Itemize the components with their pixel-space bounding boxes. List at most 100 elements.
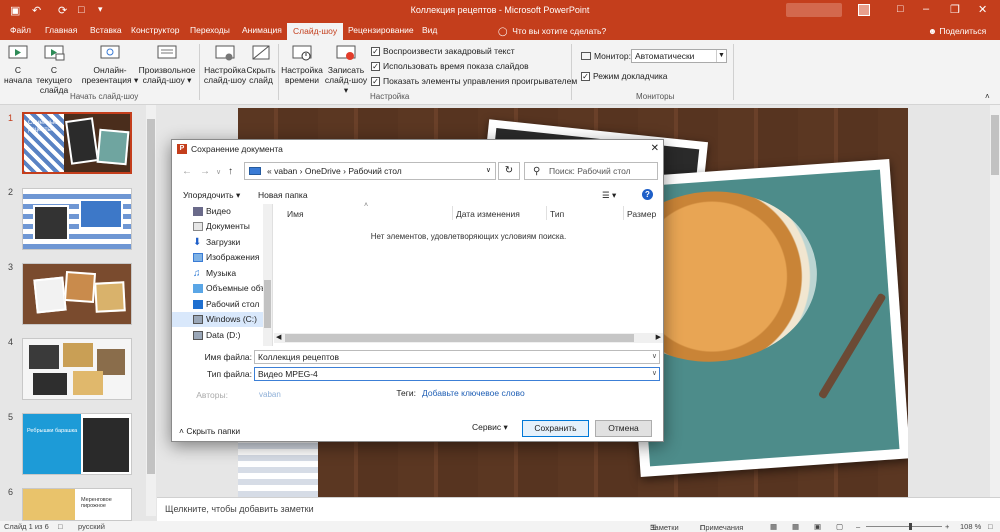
share-button[interactable]: ☻ Поделиться bbox=[928, 26, 986, 36]
slideshow-view-icon[interactable]: ▢ bbox=[836, 522, 843, 531]
close-icon[interactable]: ✕ bbox=[978, 3, 987, 16]
narration-checkbox[interactable]: ✓ Воспроизвести закадровый текст bbox=[371, 46, 515, 56]
column-type[interactable]: Тип bbox=[550, 209, 564, 219]
column-name[interactable]: Имя bbox=[287, 209, 304, 219]
filename-input[interactable]: Коллекция рецептов ∨ bbox=[254, 350, 660, 364]
hide-slide-button[interactable]: Скрыть слайд bbox=[246, 43, 276, 85]
column-divider[interactable] bbox=[623, 206, 624, 220]
chevron-down-icon[interactable]: ∨ bbox=[652, 352, 657, 360]
zoom-slider[interactable] bbox=[866, 526, 942, 527]
tab-review[interactable]: Рецензирование bbox=[348, 25, 414, 35]
tree-item-video[interactable]: Видео bbox=[172, 204, 272, 219]
hide-folders-button[interactable]: ˄ Скрыть папки bbox=[179, 426, 240, 436]
collapse-ribbon-icon[interactable]: ˄ bbox=[985, 92, 990, 101]
column-divider[interactable] bbox=[452, 206, 453, 220]
column-date[interactable]: Дата изменения bbox=[456, 209, 520, 219]
media-controls-checkbox[interactable]: ✓ Показать элементы управления проигрыват… bbox=[371, 76, 577, 86]
slide-thumbnail-5[interactable]: Ребрышки барашка bbox=[22, 413, 132, 475]
back-arrow-icon[interactable]: ← bbox=[182, 166, 192, 177]
notes-pane[interactable]: Щелкните, чтобы добавить заметки bbox=[157, 497, 1000, 521]
scroll-left-icon[interactable]: ◀ bbox=[276, 333, 281, 341]
column-size[interactable]: Размер bbox=[627, 209, 656, 219]
filetype-select[interactable]: Видео MPEG-4 ∨ bbox=[254, 367, 660, 381]
close-icon[interactable]: ✕ bbox=[651, 143, 659, 154]
address-bar[interactable]: « vaban › OneDrive › Рабочий стол ∨ bbox=[244, 162, 496, 180]
cancel-button[interactable]: Отмена bbox=[595, 420, 652, 437]
tree-item-music[interactable]: ♫ Музыка bbox=[172, 266, 272, 281]
rehearse-timings-button[interactable]: Настройка времени bbox=[280, 43, 324, 85]
help-icon[interactable]: ? bbox=[642, 189, 653, 200]
tree-item-drive-c[interactable]: Windows (C:) bbox=[172, 312, 272, 327]
tell-me-box[interactable]: ◯ Что вы хотите сделать? bbox=[498, 26, 606, 37]
custom-slideshow-button[interactable]: Произвольное слайд-шоу ▾ bbox=[138, 43, 196, 85]
breadcrumb-onedrive[interactable]: OneDrive bbox=[305, 166, 341, 176]
chevron-down-icon[interactable]: ∨ bbox=[486, 166, 491, 174]
tree-item-pictures[interactable]: Изображения bbox=[172, 250, 272, 265]
ribbon-options-icon[interactable]: □ bbox=[897, 3, 904, 15]
monitor-select[interactable]: Автоматически ▼ bbox=[631, 49, 727, 63]
save-button[interactable]: Сохранить bbox=[522, 420, 589, 437]
language-label[interactable]: русский bbox=[78, 522, 105, 531]
tab-view[interactable]: Вид bbox=[422, 25, 437, 35]
tree-item-3d-objects[interactable]: Объемные объ bbox=[172, 281, 272, 296]
forward-arrow-icon[interactable]: → bbox=[200, 166, 210, 177]
tab-file[interactable]: Файл bbox=[10, 25, 31, 35]
setup-slideshow-button[interactable]: Настройка слайд-шоу bbox=[203, 43, 247, 85]
file-list-scrollbar[interactable]: ◀ ▶ bbox=[274, 333, 663, 343]
recent-chevron-icon[interactable]: ∨ bbox=[216, 168, 221, 176]
up-arrow-icon[interactable]: ↑ bbox=[228, 166, 233, 177]
normal-view-icon[interactable]: ▦ bbox=[770, 522, 777, 531]
online-presentation-button[interactable]: Онлайн-презентация ▾ bbox=[80, 43, 140, 85]
zoom-out-icon[interactable]: – bbox=[856, 522, 860, 531]
tab-home[interactable]: Главная bbox=[45, 25, 77, 35]
view-options-icon[interactable]: ☰ ▾ bbox=[602, 190, 616, 201]
use-timings-checkbox[interactable]: ✓ Использовать время показа слайдов bbox=[371, 61, 529, 71]
slide-sorter-icon[interactable]: ▦ bbox=[792, 522, 799, 531]
from-start-button[interactable]: С начала bbox=[4, 43, 32, 85]
tree-scrollbar[interactable] bbox=[263, 204, 272, 346]
slide-thumbnail-2[interactable] bbox=[22, 188, 132, 250]
tools-button[interactable]: Сервис ▾ bbox=[472, 422, 508, 433]
tree-item-drive-d[interactable]: Data (D:) bbox=[172, 328, 272, 343]
scroll-thumb[interactable] bbox=[285, 334, 634, 342]
tab-slideshow[interactable]: Слайд-шоу bbox=[287, 23, 344, 40]
scroll-thumb[interactable] bbox=[991, 115, 999, 175]
tab-design[interactable]: Конструктор bbox=[131, 25, 179, 35]
authors-value[interactable]: vaban bbox=[259, 390, 281, 399]
reading-view-icon[interactable]: ▣ bbox=[814, 522, 821, 531]
scroll-thumb[interactable] bbox=[264, 280, 271, 328]
slide-thumbnail-3[interactable] bbox=[22, 263, 132, 325]
scroll-right-icon[interactable]: ▶ bbox=[656, 333, 661, 341]
from-current-button[interactable]: С текущего слайда bbox=[33, 43, 75, 95]
breadcrumb-desktop[interactable]: Рабочий стол bbox=[348, 166, 401, 176]
zoom-in-icon[interactable]: + bbox=[945, 522, 949, 531]
user-name[interactable] bbox=[786, 3, 842, 17]
search-input[interactable]: ⚲ Поиск: Рабочий стол bbox=[524, 162, 658, 180]
tags-input[interactable]: Добавьте ключевое слово bbox=[422, 388, 525, 398]
spellcheck-icon[interactable]: □ bbox=[58, 522, 63, 531]
slide-thumbnail-1[interactable]: Семейные рецепты bbox=[22, 112, 132, 174]
tab-transitions[interactable]: Переходы bbox=[190, 25, 230, 35]
refresh-button[interactable]: ↻ bbox=[498, 162, 520, 180]
thumbnails-scrollbar[interactable] bbox=[146, 105, 156, 516]
avatar[interactable] bbox=[858, 4, 870, 16]
presenter-view-checkbox[interactable]: ✓ Режим докладчика bbox=[581, 71, 668, 81]
column-divider[interactable] bbox=[546, 206, 547, 220]
organize-button[interactable]: Упорядочить ▾ bbox=[183, 190, 240, 201]
tab-animations[interactable]: Анимация bbox=[242, 25, 282, 35]
zoom-slider-thumb[interactable] bbox=[909, 523, 912, 530]
breadcrumb-vaban[interactable]: vaban bbox=[274, 166, 297, 176]
minimize-icon[interactable]: – bbox=[923, 3, 929, 15]
record-slideshow-button[interactable]: Записать слайд-шоу ▾ bbox=[324, 43, 368, 95]
scroll-thumb[interactable] bbox=[147, 119, 155, 474]
tab-insert[interactable]: Вставка bbox=[90, 25, 122, 35]
tree-item-documents[interactable]: Документы bbox=[172, 219, 272, 234]
new-folder-button[interactable]: Новая папка bbox=[258, 190, 308, 200]
restore-icon[interactable]: ❐ bbox=[950, 3, 960, 16]
tree-item-downloads[interactable]: ⬇ Загрузки bbox=[172, 235, 272, 250]
slide-thumbnail-6[interactable]: Меренговое пирожное bbox=[22, 488, 132, 521]
tree-item-desktop[interactable]: Рабочий стол bbox=[172, 297, 272, 312]
slide-thumbnail-4[interactable] bbox=[22, 338, 132, 400]
zoom-level[interactable]: 108 % bbox=[960, 522, 981, 531]
slide-scrollbar[interactable] bbox=[990, 105, 1000, 497]
